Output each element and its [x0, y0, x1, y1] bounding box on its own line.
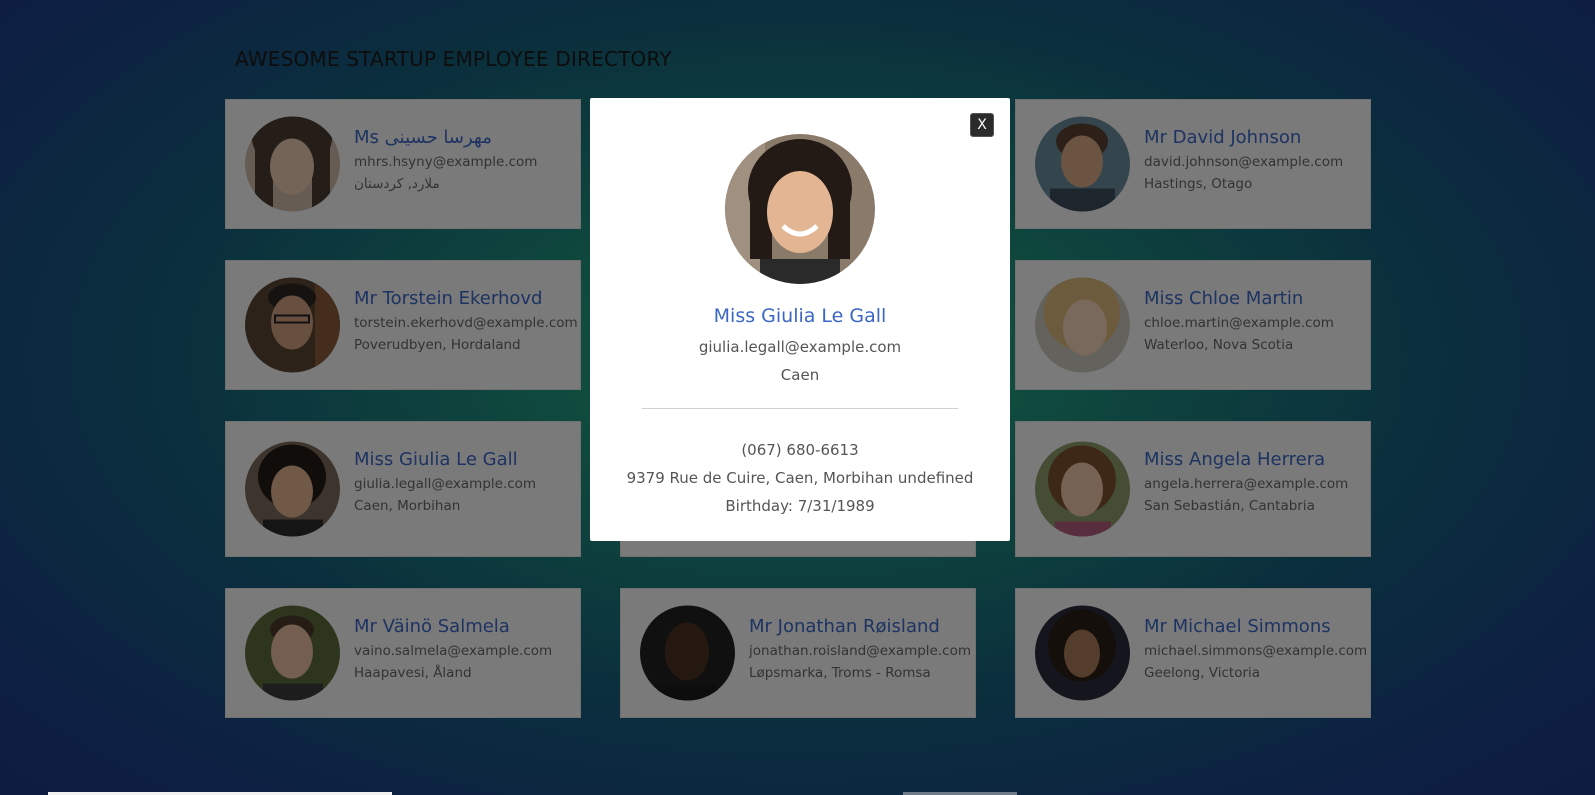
- modal-employee-phone: (067) 680-6613: [741, 441, 859, 459]
- modal-employee-photo: [725, 134, 875, 284]
- modal-employee-birthday: Birthday: 7/31/1989: [725, 497, 875, 515]
- close-button[interactable]: X: [970, 113, 994, 137]
- modal-divider: [642, 408, 958, 409]
- modal-employee-email: giulia.legall@example.com: [698, 338, 902, 356]
- employee-directory-page: AWESOME STARTUP EMPLOYEE DIRECTORY Ms مه…: [0, 0, 1595, 795]
- employee-detail-modal: X Miss Giulia Le Gall giulia.legall@exam…: [590, 98, 1010, 541]
- modal-employee-address: 9379 Rue de Cuire, Caen, Morbihan undefi…: [626, 469, 974, 487]
- modal-employee-city: Caen: [780, 366, 820, 384]
- modal-employee-name: Miss Giulia Le Gall: [713, 305, 887, 327]
